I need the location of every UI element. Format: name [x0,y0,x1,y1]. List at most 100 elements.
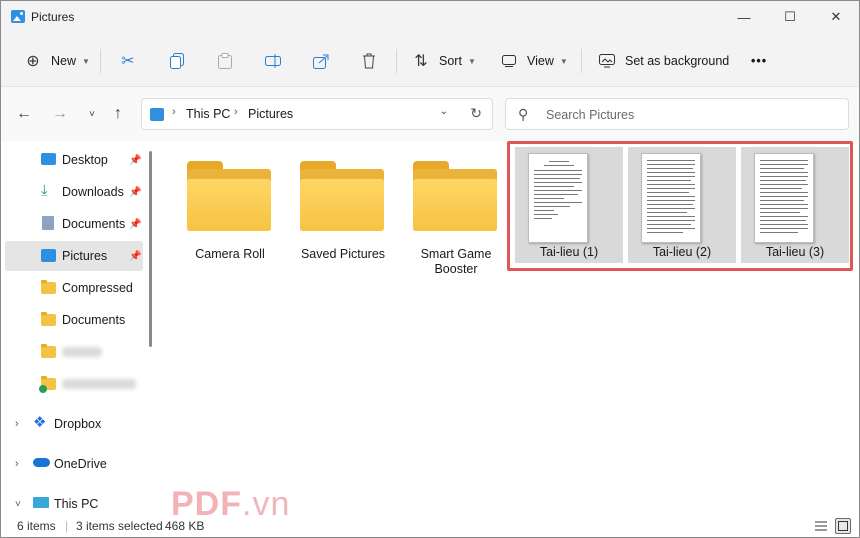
sort-arrows-icon: ⇅ [414,53,428,70]
pictures-icon [41,249,56,262]
sidebar-item-documents-pinned[interactable]: Documents 📌 [5,209,143,239]
folder-icon [41,280,56,294]
sidebar-item-dropbox[interactable]: › ❖ Dropbox [5,409,143,439]
set-as-background-label: Set as background [625,54,730,68]
more-options-button[interactable]: ••• [751,47,767,75]
sidebar-item-label: Documents [62,217,126,231]
command-bar: ⊕ New ▼ ✂ ⇅ Sort ▼ View ▼ Set as backgro… [1,33,859,87]
recent-locations-chevron-icon[interactable]: ˅ [81,103,103,125]
sidebar-item-onedrive[interactable]: › OneDrive [5,449,143,479]
sync-check-icon [39,385,47,393]
sidebar-item-label: Compressed [62,281,133,295]
address-history-chevron-icon[interactable]: ⌄ [440,106,448,117]
redacted-label [62,379,136,389]
sidebar-item-label: Dropbox [54,417,102,431]
folder-icon [413,161,497,231]
item-count: 6 items [17,519,56,533]
folder-icon [41,312,56,326]
sidebar-item-label: Downloads [62,185,124,199]
redacted-label [62,347,102,357]
onedrive-icon [33,458,50,467]
chevron-down-icon: ▼ [467,56,476,66]
sidebar-item-blurred[interactable] [5,337,143,367]
maximize-button[interactable]: ☐ [767,1,813,33]
address-row: ← → ˅ ↑ › This PC › Pictures ⌄ ↻ ⚲ Searc… [1,87,859,141]
dropbox-icon: ❖ [33,414,47,431]
pin-icon[interactable]: 📌 [129,251,141,262]
copy-button[interactable] [167,47,187,75]
details-view-icon[interactable] [813,518,829,534]
selection-highlight-box [507,141,853,271]
share-icon [311,51,331,71]
sidebar-item-downloads[interactable]: ⤓ Downloads 📌 [5,177,143,207]
pin-icon[interactable]: 📌 [129,219,141,230]
sidebar-item-label: This PC [54,497,99,511]
rename-icon [263,51,283,71]
pictures-icon [11,10,25,23]
selected-size: 468 KB [165,519,205,533]
close-button[interactable]: ✕ [813,1,859,33]
chevron-down-icon[interactable]: ˅ [15,499,21,510]
paste-button[interactable] [215,47,235,75]
chevron-right-icon[interactable]: › [15,458,19,470]
back-arrow-icon[interactable]: ← [13,103,35,125]
new-button[interactable]: ⊕ New ▼ [23,47,90,75]
documents-icon [42,216,54,230]
new-label: New [51,54,77,68]
sidebar-item-label: OneDrive [54,457,107,471]
breadcrumb-chevron-icon: › [234,106,238,118]
forward-arrow-icon[interactable]: → [49,103,71,125]
set-as-background-button[interactable]: Set as background [597,47,729,75]
file-explorer-window: Pictures — ☐ ✕ ⊕ New ▼ ✂ ⇅ Sort ▼ View ▼… [0,0,860,538]
chevron-down-icon: ▼ [82,56,90,66]
sidebar-item-documents-folder[interactable]: Documents [5,305,143,335]
more-options-icon: ••• [751,54,768,68]
folder-icon [300,161,384,231]
trash-icon [359,51,379,71]
sidebar-scrollbar[interactable] [149,151,152,347]
sidebar-item-compressed[interactable]: Compressed [5,273,143,303]
search-box[interactable]: ⚲ Search Pictures [505,98,849,130]
cut-button[interactable]: ✂ [118,47,138,75]
share-button[interactable] [311,47,331,75]
toolbar-divider [396,49,397,73]
sidebar-item-label: Desktop [62,153,108,167]
status-bar: 6 items | 3 items selected 468 KB [1,515,859,537]
rename-button[interactable] [263,47,283,75]
view-icon [499,51,519,71]
breadcrumb-pictures[interactable]: Pictures [248,107,293,121]
chevron-down-icon: ▼ [559,56,568,66]
sidebar-item-desktop[interactable]: Desktop 📌 [5,145,143,175]
sidebar-item-blurred[interactable] [5,369,143,399]
scissors-icon: ✂ [121,53,135,70]
sidebar-item-label: Pictures [62,249,108,263]
this-pc-icon [33,497,49,508]
toolbar-divider [581,49,582,73]
minimize-button[interactable]: — [721,1,767,33]
sort-button[interactable]: ⇅ Sort ▼ [411,47,476,75]
status-divider: | [65,519,69,533]
search-icon: ⚲ [518,106,529,122]
pin-icon[interactable]: 📌 [129,155,141,166]
view-label: View [527,54,554,68]
navigation-pane: Desktop 📌 ⤓ Downloads 📌 Documents 📌 Pict… [1,141,151,515]
sidebar-item-pictures[interactable]: Pictures 📌 [5,241,143,271]
folder-label: Smart Game Booster [420,247,492,276]
clipboard-icon [215,51,235,71]
sort-label: Sort [439,54,462,68]
large-icons-view-icon[interactable] [835,518,851,534]
breadcrumb-this-pc[interactable]: This PC [186,107,230,121]
refresh-icon[interactable]: ↻ [470,105,482,122]
pin-icon[interactable]: 📌 [129,187,141,198]
view-button[interactable]: View ▼ [499,47,568,75]
address-bar[interactable]: › This PC › Pictures ⌄ ↻ [141,98,493,130]
file-list: Camera Roll Saved Pictures Smart Game Bo… [161,141,859,515]
selected-count: 3 items selected [76,519,163,533]
delete-button[interactable] [359,47,379,75]
copy-icon [167,51,187,71]
chevron-right-icon[interactable]: › [15,418,19,430]
sidebar-item-label: Documents [62,313,126,327]
up-arrow-icon[interactable]: ↑ [107,103,129,125]
wallpaper-icon [597,51,617,71]
desktop-icon [41,153,56,165]
